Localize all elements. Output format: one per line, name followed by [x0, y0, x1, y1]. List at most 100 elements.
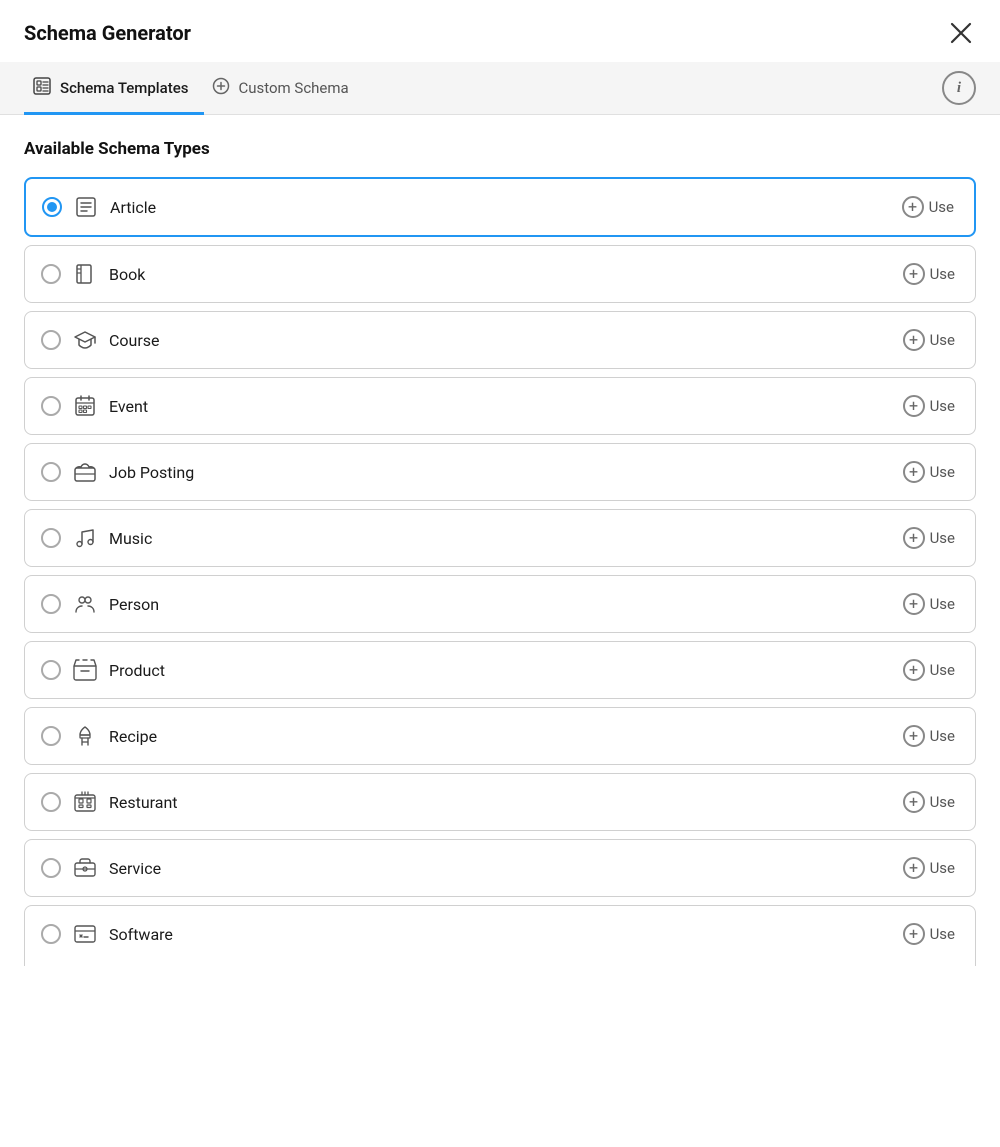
info-button[interactable]: i — [942, 71, 976, 105]
schema-label-resturant: Resturant — [109, 793, 899, 812]
schema-item-article[interactable]: Article + Use — [24, 177, 976, 237]
radio-music[interactable] — [41, 528, 61, 548]
radio-job-posting[interactable] — [41, 462, 61, 482]
use-button-book[interactable]: + Use — [899, 261, 959, 287]
radio-software[interactable] — [41, 924, 61, 944]
use-label-recipe: Use — [930, 727, 955, 745]
radio-event[interactable] — [41, 396, 61, 416]
schema-label-software: Software — [109, 925, 899, 944]
use-plus-icon-music: + — [903, 527, 925, 549]
use-button-article[interactable]: + Use — [898, 194, 958, 220]
use-button-recipe[interactable]: + Use — [899, 723, 959, 749]
use-button-resturant[interactable]: + Use — [899, 789, 959, 815]
use-label-book: Use — [930, 265, 955, 283]
use-plus-icon-book: + — [903, 263, 925, 285]
schema-item-job-posting[interactable]: Job Posting + Use — [24, 443, 976, 501]
schema-label-person: Person — [109, 595, 899, 614]
template-icon — [32, 76, 52, 100]
use-plus-icon-course: + — [903, 329, 925, 351]
use-plus-icon-person: + — [903, 593, 925, 615]
use-label-software: Use — [930, 925, 955, 943]
use-label-job-posting: Use — [930, 463, 955, 481]
use-button-product[interactable]: + Use — [899, 657, 959, 683]
use-button-software[interactable]: + Use — [899, 921, 959, 947]
section-title: Available Schema Types — [24, 139, 976, 159]
use-button-job-posting[interactable]: + Use — [899, 459, 959, 485]
use-plus-icon-service: + — [903, 857, 925, 879]
schema-label-recipe: Recipe — [109, 727, 899, 746]
schema-item-person[interactable]: Person + Use — [24, 575, 976, 633]
radio-product[interactable] — [41, 660, 61, 680]
use-button-music[interactable]: + Use — [899, 525, 959, 551]
schema-item-event[interactable]: Event + Use — [24, 377, 976, 435]
schema-generator-modal: Schema Generator Schema Temp — [0, 0, 1000, 1147]
software-icon — [71, 920, 99, 948]
schema-label-book: Book — [109, 265, 899, 284]
tab-custom-schema-label: Custom Schema — [238, 79, 348, 97]
schema-item-course[interactable]: Course + Use — [24, 311, 976, 369]
info-icon: i — [957, 80, 961, 97]
tabs-bar: Schema Templates Custom Schema i — [0, 62, 1000, 115]
use-label-article: Use — [929, 198, 954, 216]
restaurant-icon — [71, 788, 99, 816]
schema-item-music[interactable]: Music + Use — [24, 509, 976, 567]
modal-title: Schema Generator — [24, 21, 191, 45]
use-button-service[interactable]: + Use — [899, 855, 959, 881]
product-icon — [71, 656, 99, 684]
schema-item-book[interactable]: Book + Use — [24, 245, 976, 303]
schema-label-course: Course — [109, 331, 899, 350]
book-icon — [71, 260, 99, 288]
use-plus-icon-article: + — [902, 196, 924, 218]
use-label-product: Use — [930, 661, 955, 679]
use-button-course[interactable]: + Use — [899, 327, 959, 353]
radio-article[interactable] — [42, 197, 62, 217]
radio-course[interactable] — [41, 330, 61, 350]
use-label-resturant: Use — [930, 793, 955, 811]
person-icon — [71, 590, 99, 618]
schema-label-music: Music — [109, 529, 899, 548]
close-button[interactable] — [946, 18, 976, 48]
radio-service[interactable] — [41, 858, 61, 878]
music-icon — [71, 524, 99, 552]
schema-item-resturant[interactable]: Resturant + Use — [24, 773, 976, 831]
schema-item-recipe[interactable]: Recipe + Use — [24, 707, 976, 765]
use-plus-icon-software: + — [903, 923, 925, 945]
schema-label-service: Service — [109, 859, 899, 878]
schema-label-product: Product — [109, 661, 899, 680]
content-area: Available Schema Types Article + Use — [0, 115, 1000, 1147]
radio-resturant[interactable] — [41, 792, 61, 812]
recipe-icon — [71, 722, 99, 750]
radio-book[interactable] — [41, 264, 61, 284]
modal-header: Schema Generator — [0, 0, 1000, 62]
schema-label-article: Article — [110, 198, 898, 217]
use-plus-icon-product: + — [903, 659, 925, 681]
schema-label-event: Event — [109, 397, 899, 416]
radio-person[interactable] — [41, 594, 61, 614]
tab-schema-templates-label: Schema Templates — [60, 79, 188, 97]
job-posting-icon — [71, 458, 99, 486]
use-label-course: Use — [930, 331, 955, 349]
use-label-person: Use — [930, 595, 955, 613]
tab-custom-schema[interactable]: Custom Schema — [204, 63, 364, 114]
use-label-service: Use — [930, 859, 955, 877]
use-plus-icon-recipe: + — [903, 725, 925, 747]
tab-schema-templates[interactable]: Schema Templates — [24, 62, 204, 115]
radio-recipe[interactable] — [41, 726, 61, 746]
close-icon — [950, 22, 972, 44]
use-button-event[interactable]: + Use — [899, 393, 959, 419]
use-plus-icon-event: + — [903, 395, 925, 417]
course-icon — [71, 326, 99, 354]
use-label-music: Use — [930, 529, 955, 547]
use-plus-icon-resturant: + — [903, 791, 925, 813]
plus-circle-icon — [212, 77, 230, 99]
use-button-person[interactable]: + Use — [899, 591, 959, 617]
schema-item-software[interactable]: Software + Use — [24, 905, 976, 966]
event-icon — [71, 392, 99, 420]
schema-item-product[interactable]: Product + Use — [24, 641, 976, 699]
use-label-event: Use — [930, 397, 955, 415]
schema-item-service[interactable]: Service + Use — [24, 839, 976, 897]
schema-list: Article + Use Book — [24, 177, 976, 966]
schema-label-job-posting: Job Posting — [109, 463, 899, 482]
article-icon — [72, 193, 100, 221]
use-plus-icon-job-posting: + — [903, 461, 925, 483]
